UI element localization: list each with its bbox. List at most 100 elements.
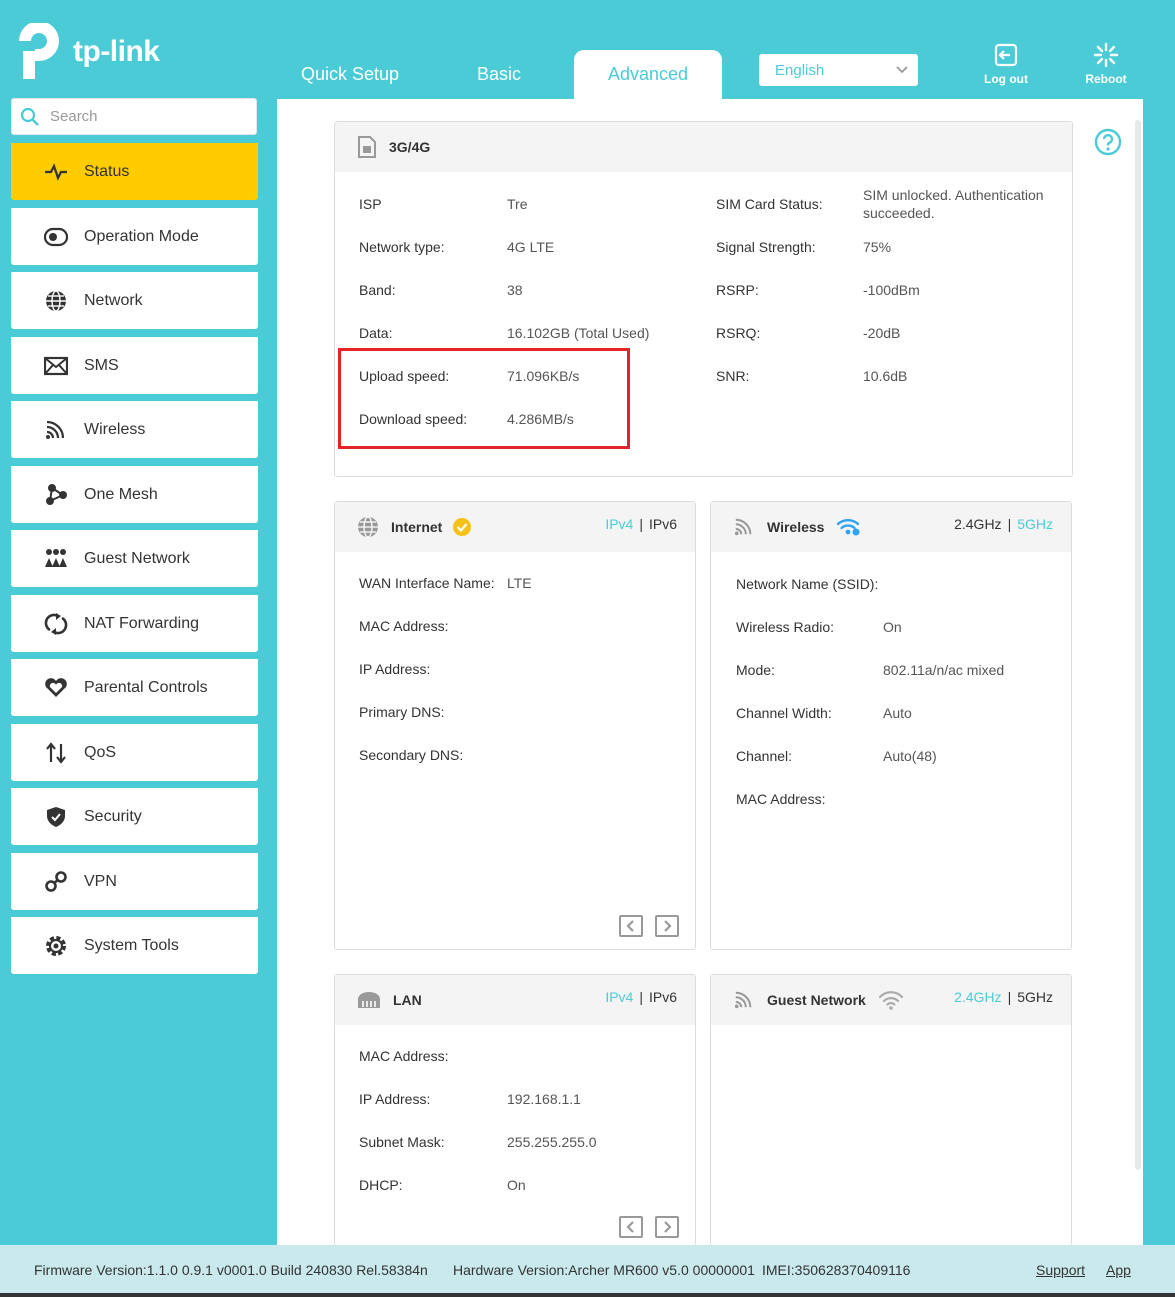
- internet-prev-button[interactable]: [619, 915, 643, 937]
- channel-value: Auto(48): [883, 748, 937, 764]
- wireless-radio-label: Wireless Radio:: [736, 619, 835, 635]
- rsrq-value: -20dB: [863, 325, 901, 341]
- sidebar-item-wireless[interactable]: Wireless: [11, 401, 258, 458]
- hardware-version: Hardware Version:Archer MR600 v5.0 00000…: [453, 1262, 755, 1278]
- lan-ip-tabs: IPv4 | IPv6: [605, 989, 677, 1005]
- sidebar-item-guest-network[interactable]: Guest Network: [11, 530, 258, 587]
- tab-2-4ghz[interactable]: 2.4GHz: [954, 516, 1001, 532]
- lan-prev-button[interactable]: [619, 1216, 643, 1238]
- guest-users-icon: [42, 548, 70, 570]
- gear-icon: [42, 935, 70, 957]
- sidebar-item-system-tools[interactable]: System Tools: [11, 917, 258, 974]
- wireless-card: Wireless 2.4GHz | 5GHz: [710, 501, 1072, 950]
- internet-card-header: Internet IPv4 | IPv6: [335, 502, 695, 552]
- sidebar-item-label: Guest Network: [84, 549, 190, 567]
- wireless-band-tabs: 2.4GHz | 5GHz: [954, 516, 1053, 532]
- tab-advanced[interactable]: Advanced: [574, 50, 722, 99]
- network-type-label: Network type:: [359, 239, 445, 255]
- help-icon[interactable]: [1094, 128, 1122, 156]
- tab-5ghz[interactable]: 5GHz: [1017, 989, 1053, 1005]
- chevron-right-icon: [664, 920, 672, 932]
- search-input[interactable]: [50, 108, 250, 125]
- brand-name: tp-link: [73, 35, 160, 68]
- network-type-value: 4G LTE: [507, 239, 555, 255]
- internet-mac-label: MAC Address:: [359, 618, 449, 634]
- lan-port-icon: [358, 992, 380, 1008]
- main-scrollbar[interactable]: [1135, 120, 1141, 1170]
- reboot-button[interactable]: Reboot: [1071, 42, 1141, 88]
- tab-quick-setup[interactable]: Quick Setup: [290, 50, 410, 99]
- primary-dns-label: Primary DNS:: [359, 704, 445, 720]
- sidebar-item-qos[interactable]: QoS: [11, 724, 258, 781]
- tab-5ghz[interactable]: 5GHz: [1017, 516, 1053, 532]
- language-selected: English: [775, 61, 825, 79]
- logout-label: Log out: [984, 72, 1028, 86]
- search-box[interactable]: [11, 98, 257, 135]
- band-value: 38: [507, 282, 523, 298]
- sidebar-item-network[interactable]: Network: [11, 272, 258, 329]
- guest-card-title: Guest Network: [767, 992, 866, 1008]
- sidebar-item-label: QoS: [84, 743, 117, 761]
- chevron-down-icon: [896, 66, 908, 74]
- sidebar-item-security[interactable]: Security: [11, 788, 258, 845]
- sidebar-item-label: Security: [84, 807, 142, 825]
- firmware-version: Firmware Version:1.1.0 0.9.1 v0001.0 Bui…: [34, 1262, 428, 1278]
- chevron-right-icon: [664, 1221, 672, 1233]
- lan-card-title: LAN: [393, 992, 422, 1008]
- nat-arrows-icon: [42, 612, 70, 635]
- chevron-left-icon: [626, 920, 634, 932]
- band-label: Band:: [359, 282, 396, 298]
- wifi-signal-icon: [734, 991, 752, 1009]
- internet-ip-tabs: IPv4 | IPv6: [605, 516, 677, 532]
- channel-label: Channel:: [736, 748, 793, 764]
- wifi-signal-icon: [42, 419, 70, 441]
- sim-card-icon: [358, 136, 376, 158]
- sidebar-item-sms[interactable]: SMS: [11, 337, 258, 394]
- lan-mac-label: MAC Address:: [359, 1048, 449, 1064]
- tab-basic[interactable]: Basic: [450, 50, 548, 99]
- connected-check-icon: [453, 518, 472, 536]
- wifi-inactive-icon: [878, 991, 903, 1010]
- lan-next-button[interactable]: [655, 1216, 679, 1238]
- toggle-icon: [42, 226, 70, 248]
- secondary-dns-label: Secondary DNS:: [359, 747, 464, 763]
- sidebar-item-label: SMS: [84, 356, 119, 374]
- cellular-card-title: 3G/4G: [389, 139, 431, 155]
- sidebar-item-label: Status: [84, 162, 130, 180]
- data-value: 16.102GB (Total Used): [507, 325, 650, 341]
- sidebar-item-nat-forwarding[interactable]: NAT Forwarding: [11, 595, 258, 652]
- reboot-icon: [1093, 42, 1119, 68]
- sidebar-item-operation-mode[interactable]: Operation Mode: [11, 208, 258, 265]
- sidebar-item-vpn[interactable]: VPN: [11, 853, 258, 910]
- app-link[interactable]: App: [1106, 1262, 1131, 1278]
- sidebar-item-one-mesh[interactable]: One Mesh: [11, 466, 258, 523]
- lan-ip-value: 192.168.1.1: [507, 1091, 581, 1107]
- mesh-icon: [42, 483, 70, 506]
- internet-next-button[interactable]: [655, 915, 679, 937]
- globe-icon: [358, 516, 378, 538]
- internet-ip-label: IP Address:: [359, 661, 431, 677]
- tab-ipv4[interactable]: IPv4: [605, 516, 633, 532]
- sidebar-item-parental-controls[interactable]: Parental Controls: [11, 659, 258, 716]
- chevron-left-icon: [626, 1221, 634, 1233]
- updown-arrows-icon: [42, 741, 70, 764]
- tab-2-4ghz[interactable]: 2.4GHz: [954, 989, 1001, 1005]
- tab-ipv4[interactable]: IPv4: [605, 989, 633, 1005]
- snr-value: 10.6dB: [863, 368, 908, 384]
- wifi-signal-icon: [734, 518, 752, 536]
- sidebar-item-label: VPN: [84, 872, 117, 890]
- sim-status-value-line1: SIM unlocked. Authentication: [863, 187, 1044, 203]
- tab-ipv6[interactable]: IPv6: [649, 989, 677, 1005]
- wireless-mac-label: MAC Address:: [736, 791, 826, 807]
- language-select[interactable]: English: [759, 54, 918, 86]
- isp-label: ISP: [359, 196, 382, 212]
- globe-icon: [42, 289, 70, 312]
- support-link[interactable]: Support: [1036, 1262, 1085, 1278]
- sidebar-item-label: Operation Mode: [84, 227, 199, 245]
- sidebar-item-status[interactable]: Status: [11, 143, 258, 200]
- signal-strength-value: 75%: [863, 239, 892, 255]
- logout-button[interactable]: Log out: [971, 42, 1041, 88]
- tab-ipv6[interactable]: IPv6: [649, 516, 677, 532]
- signal-strength-label: Signal Strength:: [716, 239, 816, 255]
- pulse-icon: [42, 161, 70, 183]
